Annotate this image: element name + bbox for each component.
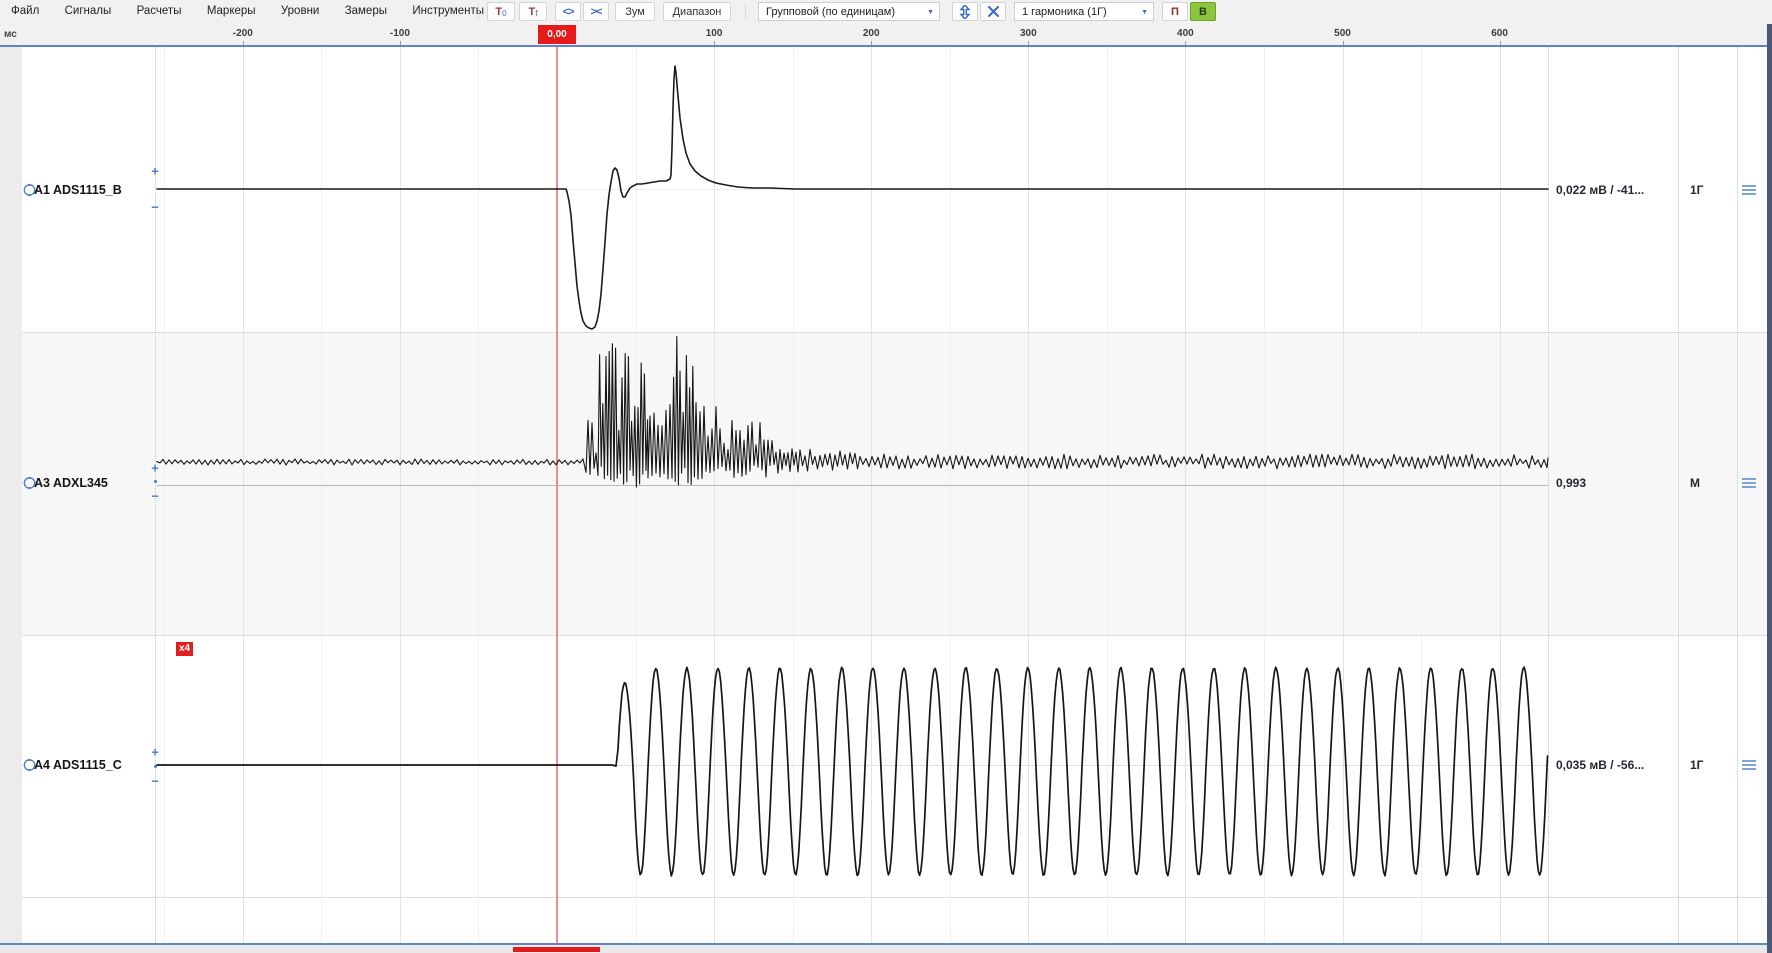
- channel-zero-line: [157, 189, 1548, 190]
- ruler-tick-label: -100: [390, 28, 410, 39]
- chevron-down-icon: ▼: [1141, 9, 1148, 16]
- channel-a3-value: 0,993: [1556, 476, 1676, 490]
- menu-levels[interactable]: Уровни: [270, 0, 330, 17]
- ruler-ticks: -200 -100 100 200 300 400 500 600: [0, 24, 1772, 45]
- tf-sub: f: [535, 9, 537, 18]
- group-mode-combo[interactable]: Групповой (по единицам) ▼: [758, 2, 940, 21]
- vertical-gridline: [793, 47, 794, 943]
- zoom-button-label: Зум: [625, 6, 645, 18]
- channel-a4-value: 0,035 мВ / -56...: [1556, 758, 1676, 772]
- footer-scroll-thumb[interactable]: [513, 947, 600, 952]
- a4-axis-dot: [154, 765, 157, 768]
- expand-icon: <>: [563, 6, 574, 18]
- menu-measurements[interactable]: Замеры: [334, 0, 398, 17]
- a4-scale-minus-button[interactable]: −: [151, 775, 159, 788]
- a4-scale-plus-button[interactable]: +: [151, 746, 159, 759]
- ruler-tick-label: 200: [863, 28, 880, 39]
- channel-a3-unit: М: [1690, 476, 1700, 490]
- a4-multiplier-badge: x4: [176, 642, 193, 656]
- v-toggle-button[interactable]: В: [1190, 2, 1216, 21]
- channel-a4-unit: 1Г: [1690, 758, 1703, 772]
- vertical-gridline: [950, 47, 951, 943]
- t0-sub: 0: [502, 9, 506, 18]
- harmonic-value: 1 гармоника (1Г): [1022, 6, 1107, 18]
- cursor-line[interactable]: [556, 47, 558, 943]
- channel-a3-menu-icon[interactable]: [1742, 478, 1756, 488]
- a3-axis-dot: [154, 480, 157, 483]
- vertical-gridline: [1107, 47, 1108, 943]
- a1-scale-plus-button[interactable]: +: [151, 165, 159, 178]
- time-ruler[interactable]: мс -200-100100200300400500600 0,00: [0, 24, 1772, 45]
- vertical-gridline: [400, 47, 401, 943]
- t0-button[interactable]: T0: [487, 2, 515, 21]
- vertical-gridline: [714, 47, 715, 943]
- channel-zero-line: [157, 765, 1548, 766]
- vertical-gridline: [1343, 47, 1344, 943]
- toolbar-divider: [478, 3, 479, 20]
- tf-button[interactable]: Tf: [519, 2, 547, 21]
- ruler-tick-label: -200: [233, 28, 253, 39]
- grid-layer: [0, 47, 1772, 943]
- dotted-separator: [1737, 47, 1738, 943]
- vertical-gridline: [636, 47, 637, 943]
- vertical-gridline: [243, 47, 244, 943]
- a3-scale-minus-button[interactable]: −: [151, 490, 159, 503]
- menubar: Файл Сигналы Расчеты Маркеры Уровни Заме…: [0, 0, 1772, 25]
- ruler-tick-label: 300: [1020, 28, 1037, 39]
- channel-a4-label: A4 ADS1115_C: [34, 758, 122, 772]
- collapse-icon: ><: [591, 6, 602, 18]
- channel-a1-label: A1 ADS1115_B: [34, 183, 122, 197]
- vertical-gridline: [321, 47, 322, 943]
- a1-scale-minus-button[interactable]: −: [151, 201, 159, 214]
- collapse-button[interactable]: ><: [583, 2, 609, 21]
- harmonic-combo[interactable]: 1 гармоника (1Г) ▼: [1014, 2, 1154, 21]
- chevron-down-icon: ▼: [927, 9, 934, 16]
- dotted-separator: [1678, 47, 1679, 943]
- vertical-gridline: [1028, 47, 1029, 943]
- vertical-gridline: [478, 47, 479, 943]
- footer-scrollbar[interactable]: [0, 945, 1772, 953]
- p-toggle-label: П: [1171, 6, 1179, 18]
- menu-file[interactable]: Файл: [0, 0, 50, 17]
- channel-a1-unit: 1Г: [1690, 183, 1703, 197]
- vertical-gridline: [164, 47, 165, 943]
- oscilloscope-app: Файл Сигналы Расчеты Маркеры Уровни Заме…: [0, 0, 1772, 953]
- ruler-tick-label: 600: [1491, 28, 1508, 39]
- vertical-gridline: [1500, 47, 1501, 943]
- ruler-tick-label: 500: [1334, 28, 1351, 39]
- zoom-button[interactable]: Зум: [615, 2, 655, 21]
- tf-label: T: [529, 6, 536, 18]
- ruler-tick-label: 100: [706, 28, 723, 39]
- menu-markers[interactable]: Маркеры: [196, 0, 267, 17]
- menu-calculations[interactable]: Расчеты: [126, 0, 193, 17]
- x-icon: [988, 6, 999, 17]
- menu-tools[interactable]: Инструменты: [401, 0, 495, 17]
- vertical-gridline: [1421, 47, 1422, 943]
- v-toggle-label: В: [1199, 6, 1207, 18]
- range-button[interactable]: Диапазон: [663, 2, 731, 21]
- vertical-gridline: [1264, 47, 1265, 943]
- ruler-tick-label: 400: [1177, 28, 1194, 39]
- right-edge-bar: [1767, 24, 1772, 953]
- dotted-separator: [1548, 47, 1549, 943]
- autoscale-vertical-button[interactable]: [952, 2, 978, 21]
- a3-scale-plus-button[interactable]: +: [151, 462, 159, 475]
- channel-a4-menu-icon[interactable]: [1742, 760, 1756, 770]
- channel-a1-value: 0,022 мВ / -41...: [1556, 183, 1676, 197]
- reset-scale-button[interactable]: [980, 2, 1006, 21]
- vertical-gridline: [871, 47, 872, 943]
- group-mode-value: Групповой (по единицам): [766, 6, 895, 18]
- menu-signals[interactable]: Сигналы: [54, 0, 123, 17]
- channel-a3-label: A3 ADXL345: [34, 476, 108, 490]
- t0-label: T: [495, 6, 502, 18]
- channel-zero-line: [157, 485, 1548, 486]
- vertical-gridline: [1185, 47, 1186, 943]
- cursor-time-badge[interactable]: 0,00: [538, 25, 576, 44]
- updown-arrow-icon: [959, 5, 971, 19]
- range-button-label: Диапазон: [673, 6, 722, 18]
- expand-button[interactable]: <>: [555, 2, 581, 21]
- toolbar-divider: [745, 3, 746, 20]
- channel-a1-menu-icon[interactable]: [1742, 185, 1756, 195]
- p-toggle-button[interactable]: П: [1162, 2, 1188, 21]
